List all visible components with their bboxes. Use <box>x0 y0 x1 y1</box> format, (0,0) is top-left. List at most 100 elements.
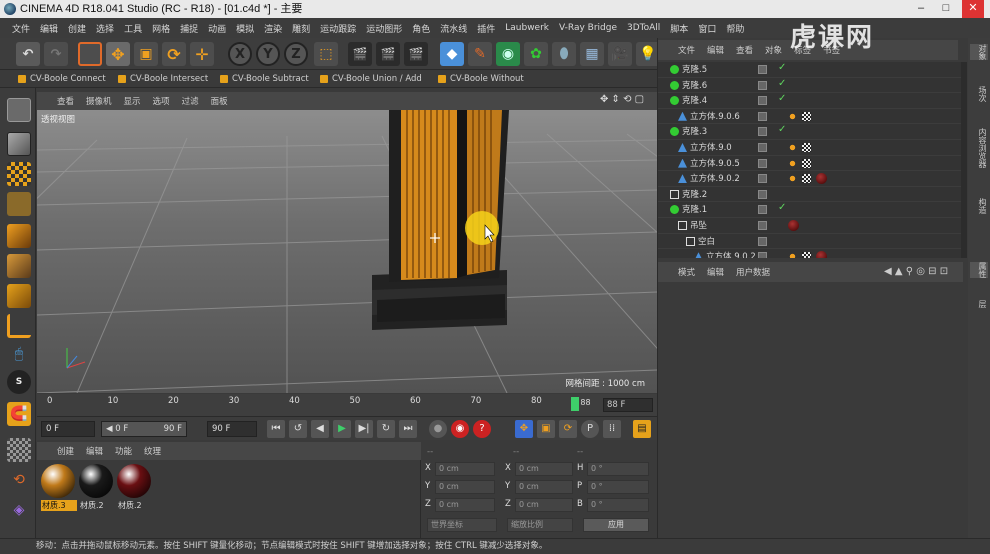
cv-boole-without-button[interactable]: CV-Boole Without <box>434 72 524 86</box>
attribute-menu-item[interactable]: 用户数据 <box>736 266 770 278</box>
y-axis-icon[interactable]: Y <box>256 42 280 66</box>
layer-toggle[interactable] <box>758 111 767 121</box>
menu-item[interactable]: 脚本 <box>670 22 688 35</box>
coordinate-field[interactable]: 0 ° <box>587 498 649 512</box>
rotate-icon[interactable]: ⟳ <box>162 42 186 66</box>
make-editable-icon[interactable] <box>7 98 31 122</box>
phong-tag-icon[interactable] <box>788 174 797 184</box>
object-name[interactable]: 空白 <box>698 235 715 247</box>
object-name[interactable]: 克隆.1 <box>682 203 707 215</box>
coordinate-mode-select[interactable]: 世界坐标 <box>427 518 497 532</box>
material-menu-item[interactable]: 纹理 <box>144 445 161 457</box>
render-picture-viewer-icon[interactable]: 🎬 <box>376 42 400 66</box>
viewport[interactable]: 透视视图 网格间距 : 1000 cm <box>37 110 657 393</box>
side-tab[interactable]: 构造 <box>970 198 988 214</box>
polygons-mode-icon[interactable] <box>7 284 31 308</box>
soft-selection-icon[interactable]: ⟲ <box>7 468 31 492</box>
cube-object-icon[interactable]: ◆ <box>440 42 464 66</box>
coordinate-field[interactable]: 0 cm <box>435 480 495 494</box>
attribute-menu-item[interactable]: 模式 <box>678 266 695 278</box>
side-tab[interactable]: 属性 <box>970 262 988 278</box>
close-button[interactable]: ✕ <box>962 0 984 18</box>
cv-boole-union-button[interactable]: CV-Boole Union / Add <box>316 72 422 86</box>
texture-mode-icon[interactable] <box>7 162 31 186</box>
object-row[interactable]: 立方体.9.0.6 <box>658 109 963 125</box>
minimize-button[interactable]: – <box>910 0 932 18</box>
object-name[interactable]: 立方体.9.0.2 <box>690 172 740 184</box>
model-mode-icon[interactable] <box>7 132 31 156</box>
menu-item[interactable]: 运动跟踪 <box>320 22 356 35</box>
camera-icon[interactable]: 🎥 <box>608 42 632 66</box>
menu-item[interactable]: 雕刻 <box>292 22 310 35</box>
menu-item[interactable]: 角色 <box>412 22 430 35</box>
viewport-menu-item[interactable]: 摄像机 <box>86 95 112 107</box>
object-menu-item[interactable]: 编辑 <box>707 44 724 56</box>
layer-toggle[interactable] <box>758 96 767 106</box>
key-scale-icon[interactable]: ▣ <box>537 420 555 438</box>
material-menu-item[interactable]: 创建 <box>57 445 74 457</box>
attribute-menu-item[interactable]: 编辑 <box>707 266 724 278</box>
enabled-check-icon[interactable]: ✓ <box>778 62 786 73</box>
viewport-menu-item[interactable]: 显示 <box>124 95 141 107</box>
help-key-icon[interactable]: ? <box>473 420 491 438</box>
render-view-icon[interactable]: 🎬 <box>348 42 372 66</box>
object-row[interactable]: 立方体.9.0 <box>658 140 963 156</box>
cv-boole-intersect-button[interactable]: CV-Boole Intersect <box>114 72 208 86</box>
viewport-menu-item[interactable]: 选项 <box>153 95 170 107</box>
object-row[interactable]: 克隆.2 <box>658 187 963 203</box>
menu-item[interactable]: Laubwerk <box>505 23 549 33</box>
select-rect-icon[interactable] <box>78 42 102 66</box>
enabled-check-icon[interactable]: ✓ <box>778 78 786 89</box>
material-swatch[interactable]: 材质.2 <box>117 464 153 510</box>
layer-toggle[interactable] <box>758 80 767 90</box>
viewport-menu-item[interactable]: 查看 <box>57 95 74 107</box>
enabled-check-icon[interactable]: ✓ <box>778 202 786 213</box>
current-frame-marker[interactable] <box>571 397 580 411</box>
cv-boole-subtract-button[interactable]: CV-Boole Subtract <box>216 72 309 86</box>
object-name[interactable]: 立方体.9.0 <box>690 141 732 153</box>
scale-mode-select[interactable]: 缩放比例 <box>507 518 573 532</box>
timeline[interactable]: 0 10 20 30 40 50 60 70 80 88 88 F <box>37 394 657 416</box>
layer-toggle[interactable] <box>758 127 767 137</box>
end-frame-field[interactable]: 88 F <box>603 398 653 412</box>
side-tab[interactable]: 场次 <box>970 86 988 102</box>
object-name[interactable]: 克隆.4 <box>682 94 707 106</box>
material-menu-item[interactable]: 功能 <box>115 445 132 457</box>
object-name[interactable]: 克隆.3 <box>682 125 707 137</box>
object-name[interactable]: 立方体.9.0.6 <box>690 110 740 122</box>
attribute-nav-icons[interactable]: ◀ ▲ ⚲ ◎ ⊟ ⊡ <box>884 266 948 277</box>
coordinate-field[interactable]: 0 ° <box>587 462 649 476</box>
edges-mode-icon[interactable] <box>7 254 31 278</box>
object-name[interactable]: 吊坠 <box>690 219 707 231</box>
object-row[interactable]: 立方体.9.0.2 <box>658 249 963 258</box>
material-tag-icon[interactable] <box>816 173 827 185</box>
floor-icon[interactable]: ▦ <box>580 42 604 66</box>
menu-item[interactable]: 3DToAll <box>627 23 660 33</box>
layer-toggle[interactable] <box>758 174 767 184</box>
cloner-icon[interactable]: ✿ <box>524 42 548 66</box>
object-name[interactable]: 立方体.9.0.2 <box>706 250 756 258</box>
checker-tag-icon[interactable] <box>802 143 811 152</box>
key-pla-icon[interactable]: ⁞⁞ <box>603 420 621 438</box>
layer-toggle[interactable] <box>758 221 767 230</box>
subdivision-icon[interactable]: ◉ <box>496 42 520 66</box>
object-row[interactable]: 克隆.6 ✓ <box>658 78 963 94</box>
layer-toggle[interactable] <box>758 236 767 246</box>
key-move-icon[interactable]: ✥ <box>515 420 533 438</box>
record-icon[interactable]: ● <box>429 420 447 438</box>
phong-tag-icon[interactable] <box>788 252 797 258</box>
x-axis-icon[interactable]: X <box>228 42 252 66</box>
menu-item[interactable]: V-Ray Bridge <box>559 23 617 33</box>
play-icon[interactable]: ▶ <box>333 420 351 438</box>
object-name[interactable]: 克隆.2 <box>682 188 707 200</box>
viewport-menu-item[interactable]: 面板 <box>211 95 228 107</box>
object-row[interactable]: 克隆.4 ✓ <box>658 93 963 109</box>
menu-item[interactable]: 帮助 <box>726 22 744 35</box>
layer-toggle[interactable] <box>758 189 767 199</box>
snap-icon[interactable]: S <box>7 370 31 394</box>
points-mode-icon[interactable] <box>7 224 31 248</box>
material-menu-item[interactable]: 编辑 <box>86 445 103 457</box>
menu-item[interactable]: 窗口 <box>698 22 716 35</box>
menu-item[interactable]: 工具 <box>124 22 142 35</box>
menu-item[interactable]: 网格 <box>152 22 170 35</box>
